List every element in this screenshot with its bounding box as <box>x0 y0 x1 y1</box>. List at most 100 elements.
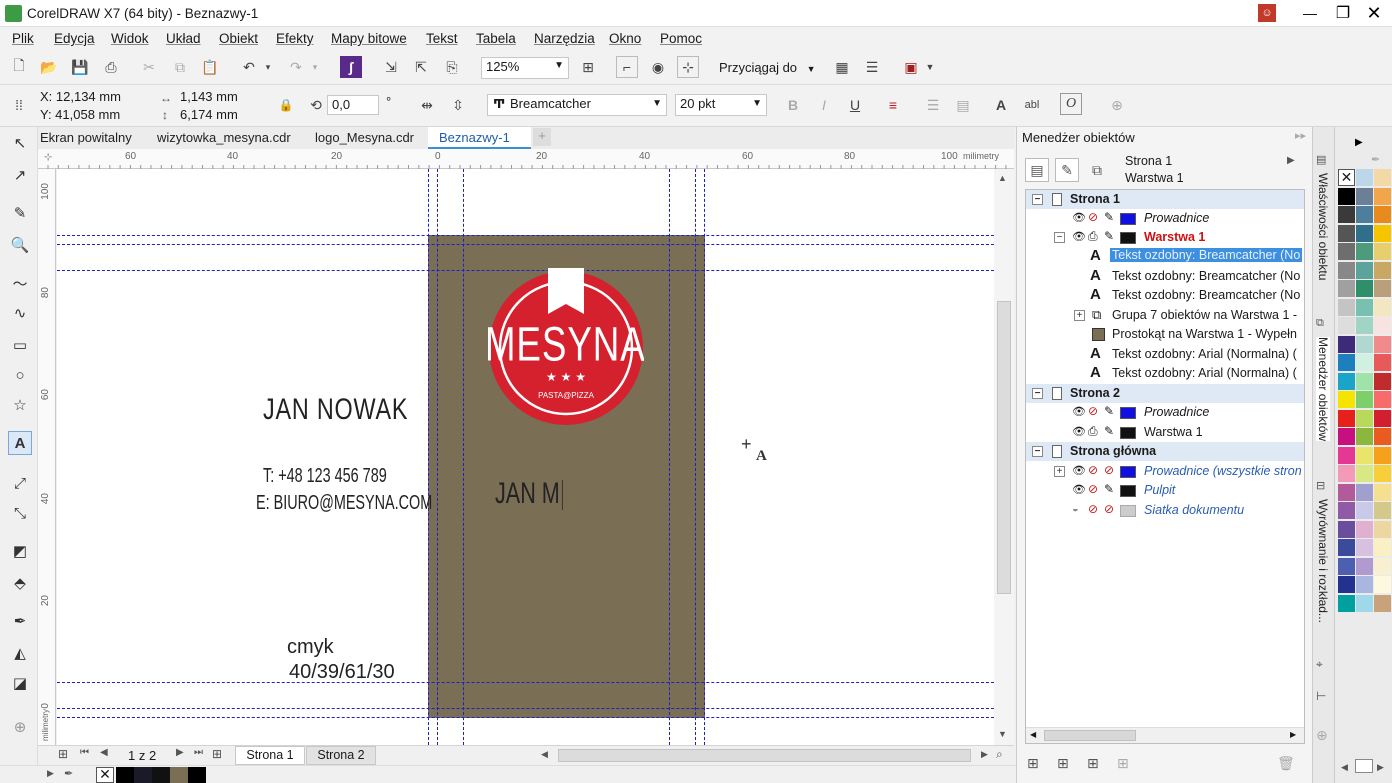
last-page-icon[interactable]: ⏭ <box>194 747 203 758</box>
color-swatch[interactable] <box>1338 243 1355 260</box>
page-tab-1[interactable]: Strona 1 <box>235 746 305 765</box>
color-swatch[interactable] <box>1356 594 1373 612</box>
add-preset-icon[interactable]: ⊕ <box>1106 94 1128 116</box>
object-origin-icon[interactable]: ⁞⁞ <box>8 94 30 116</box>
rotation-field[interactable]: 0,0 <box>327 95 379 115</box>
opentype-icon[interactable]: O <box>1060 93 1082 115</box>
guideline[interactable] <box>437 169 438 745</box>
color-swatch[interactable] <box>1338 261 1355 279</box>
color-swatch[interactable] <box>1374 557 1391 575</box>
menu-tekst[interactable]: Tekst <box>426 31 458 46</box>
page-dropdown-icon[interactable]: ▶ <box>1287 155 1295 166</box>
tree-master-grid[interactable]: ◒ ⊘ ⊘ Siatka dokumentu <box>1026 501 1304 520</box>
color-swatch[interactable] <box>1338 391 1355 408</box>
color-swatch[interactable] <box>1374 335 1391 353</box>
eye-icon[interactable]: 👁 <box>1072 464 1086 477</box>
pencil-icon[interactable]: ✎ <box>1104 404 1114 418</box>
color-swatch[interactable] <box>1338 483 1355 501</box>
no-print-icon[interactable]: ⊘ <box>1088 210 1098 224</box>
layer-options-icon[interactable]: ⊞ <box>1117 755 1129 772</box>
vertical-scrollbar[interactable]: ▲ ▼ <box>994 169 1014 745</box>
cut-icon[interactable]: ✂ <box>138 56 160 78</box>
color-swatch[interactable] <box>1374 409 1391 427</box>
publish-pdf-icon[interactable]: ⎘ <box>441 56 463 78</box>
collapse-icon[interactable]: − <box>1054 232 1065 243</box>
save-icon[interactable]: 💾 <box>69 56 91 78</box>
color-swatch[interactable] <box>1338 224 1355 242</box>
color-swatch[interactable] <box>1356 576 1373 593</box>
color-swatch[interactable] <box>1374 391 1391 408</box>
guideline[interactable] <box>428 169 429 745</box>
menu-widok[interactable]: Widok <box>111 31 149 46</box>
expand-icon[interactable]: + <box>1054 466 1065 477</box>
add-tool-icon[interactable]: ⊕ <box>8 715 32 739</box>
italic-icon[interactable]: I <box>813 94 835 116</box>
layer-color-swatch[interactable] <box>1120 466 1136 478</box>
color-swatch[interactable] <box>1356 354 1373 371</box>
connector-tool-icon[interactable]: ⤡ <box>8 501 32 525</box>
eye-closed-icon[interactable]: ◒ <box>1072 503 1079 515</box>
pick-tool-icon[interactable]: ↖ <box>8 131 32 155</box>
layer-manager-view-icon[interactable]: ⧉ <box>1085 158 1109 182</box>
tree-object[interactable]: A Tekst ozdobny: Breamcatcher (No <box>1026 247 1304 266</box>
presentation-icon[interactable]: ▣ <box>900 56 922 78</box>
zoom-fit-icon[interactable]: ⊞ <box>577 56 599 78</box>
eyedropper-tool-icon[interactable]: ✒ <box>8 609 32 633</box>
view-mode-icon[interactable]: ◉ <box>647 56 669 78</box>
tree-object[interactable]: A Tekst ozdobny: Arial (Normalna) ( <box>1026 345 1304 364</box>
guideline[interactable] <box>695 169 696 745</box>
menu-okno[interactable]: Okno <box>609 31 641 46</box>
color-swatch[interactable] <box>1374 483 1391 501</box>
tab-wizytowka[interactable]: wizytowka_mesyna.cdr <box>157 130 291 145</box>
text-tool-icon[interactable]: A <box>8 431 32 455</box>
scroll-thumb[interactable] <box>997 301 1011 594</box>
drop-cap-icon[interactable]: ▤ <box>952 94 974 116</box>
dimension-tool-icon[interactable]: ⤢ <box>8 471 32 495</box>
print-icon[interactable]: ⎙ <box>100 56 122 78</box>
doc-swatch[interactable] <box>170 767 188 783</box>
close-icon[interactable]: ✕ <box>1364 2 1384 24</box>
color-swatch[interactable] <box>1374 280 1391 297</box>
eye-icon[interactable]: 👁 <box>1072 405 1086 418</box>
menu-obiekt[interactable]: Obiekt <box>219 31 258 46</box>
tree-page-2[interactable]: − Strona 2 <box>1026 384 1304 403</box>
drop-shadow-tool-icon[interactable]: ◩ <box>8 539 32 563</box>
color-swatch[interactable] <box>1338 594 1355 612</box>
menu-pomoc[interactable]: Pomoc <box>660 31 702 46</box>
palette-expand-icon[interactable]: ▶ <box>47 768 54 779</box>
options-icon[interactable]: ▦ <box>831 56 853 78</box>
pencil-icon[interactable]: ✎ <box>1104 424 1114 438</box>
color-swatch[interactable] <box>1374 187 1391 205</box>
hint-icon[interactable]: ⌖ <box>1316 657 1323 672</box>
text-align-icon[interactable]: ≡ <box>882 94 904 116</box>
maximize-icon[interactable]: ❐ <box>1333 2 1353 24</box>
color-swatch[interactable] <box>1374 520 1391 538</box>
pencil-icon[interactable]: ✎ <box>1104 210 1114 224</box>
zoom-select[interactable]: 125% ▼ <box>481 57 569 79</box>
palette-scroll-up-icon[interactable]: ▶ <box>1355 137 1363 148</box>
tree-master-page[interactable]: − Strona główna <box>1026 442 1304 461</box>
color-swatch[interactable] <box>1338 428 1355 445</box>
menu-mapy-bitowe[interactable]: Mapy bitowe <box>331 31 407 46</box>
x-position-field[interactable]: X: 12,134 mm <box>36 88 146 108</box>
color-swatch[interactable] <box>1356 298 1373 316</box>
horizontal-scroll-thumb[interactable] <box>558 749 971 762</box>
print-icon[interactable]: ⎙ <box>1088 424 1098 439</box>
layer-color-swatch[interactable] <box>1120 232 1136 244</box>
scroll-right-icon[interactable]: ▶ <box>1290 730 1296 739</box>
layer-color-swatch[interactable] <box>1120 407 1136 419</box>
cmyk-value[interactable]: 40/39/61/30 <box>289 661 395 684</box>
menu-plik[interactable]: Plik <box>12 31 34 46</box>
color-swatch[interactable] <box>1356 465 1373 482</box>
drawing-canvas[interactable]: MESYNA ★ ★ ★ PASTA@PIZZA JAN NOWAK T: +4… <box>57 169 994 745</box>
color-swatch[interactable] <box>1356 317 1373 334</box>
no-edit-icon[interactable]: ⊘ <box>1104 463 1114 477</box>
color-swatch[interactable] <box>1338 520 1355 538</box>
color-swatch[interactable] <box>1374 169 1391 186</box>
delete-icon[interactable]: 🗑 <box>1277 755 1295 772</box>
width-field[interactable]: 1,143 mm <box>176 88 272 108</box>
color-swatch[interactable] <box>1338 502 1355 519</box>
guideline[interactable] <box>57 717 994 718</box>
color-swatch[interactable] <box>1356 557 1373 575</box>
side-tab-align[interactable]: Wyrównanie i rozkład... <box>1316 499 1330 623</box>
